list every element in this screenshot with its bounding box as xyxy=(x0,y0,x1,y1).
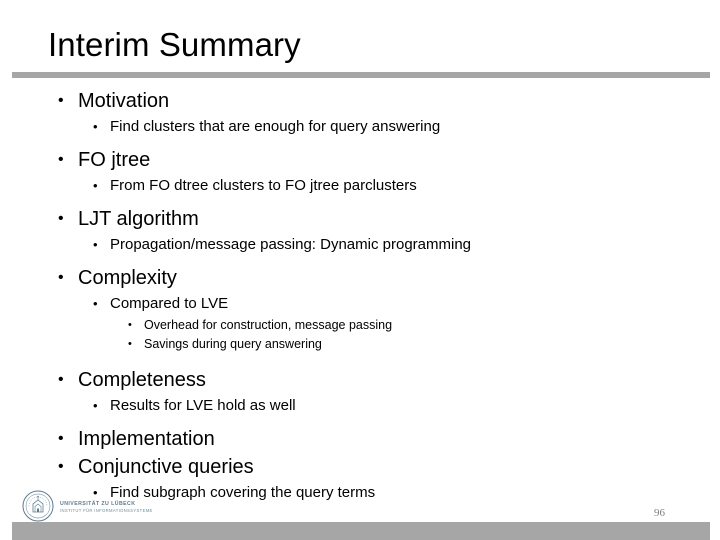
list-item: • Conjunctive queries xyxy=(0,454,720,480)
footer-bar xyxy=(12,522,710,540)
bullet-dot-icon: • xyxy=(93,296,98,311)
list-item-label: Completeness xyxy=(78,369,206,391)
list-item: • Compared to LVE xyxy=(0,293,720,315)
university-logo-text: UNIVERSITÄT ZU LÜBECK INSTITUT FÜR INFOR… xyxy=(60,499,153,514)
bullet-dot-icon: • xyxy=(93,237,98,252)
list-item-label: Propagation/message passing: Dynamic pro… xyxy=(110,236,472,253)
bullet-dot-icon: • xyxy=(58,210,64,227)
list-item-label: Compared to LVE xyxy=(110,295,229,312)
bullet-dot-icon: • xyxy=(58,371,64,388)
list-item: • Implementation xyxy=(0,426,720,452)
list-item: • LJT algorithm xyxy=(0,206,720,232)
list-item: • Results for LVE hold as well xyxy=(0,395,720,417)
bullet-dot-icon: • xyxy=(128,319,132,331)
list-item-label: Implementation xyxy=(78,428,215,450)
bullet-dot-icon: • xyxy=(93,398,98,413)
list-item: • FO jtree xyxy=(0,147,720,173)
list-item-label: Complexity xyxy=(78,267,177,289)
list-item: • Completeness xyxy=(0,367,720,393)
list-item: • Complexity xyxy=(0,265,720,291)
list-item-label: FO jtree xyxy=(78,149,151,171)
list-item: • Motivation xyxy=(0,88,720,114)
bullet-dot-icon: • xyxy=(128,338,132,350)
list-item-label: Savings during query answering xyxy=(144,337,322,351)
bullet-dot-icon: • xyxy=(93,178,98,193)
university-logo: UNIVERSITÄT ZU LÜBECK INSTITUT FÜR INFOR… xyxy=(22,490,153,522)
institute-name: INSTITUT FÜR INFORMATIONSSYSTEME xyxy=(60,507,153,513)
university-seal-icon xyxy=(22,490,54,522)
title-divider xyxy=(12,72,710,78)
list-item-label: Motivation xyxy=(78,90,170,112)
bullet-dot-icon: • xyxy=(58,92,64,109)
university-name: UNIVERSITÄT ZU LÜBECK xyxy=(60,500,136,507)
list-item: • Propagation/message passing: Dynamic p… xyxy=(0,234,720,256)
list-item-label: Results for LVE hold as well xyxy=(110,397,296,414)
list-item-label: Overhead for construction, message passi… xyxy=(144,318,393,332)
list-item: • Overhead for construction, message pas… xyxy=(0,316,720,334)
list-item: • Find clusters that are enough for quer… xyxy=(0,116,720,138)
list-item-label: LJT algorithm xyxy=(78,208,199,230)
bullet-dot-icon: • xyxy=(58,430,64,447)
list-item-label: Find clusters that are enough for query … xyxy=(110,118,441,135)
list-item-label: From FO dtree clusters to FO jtree parcl… xyxy=(110,177,417,194)
page-number: 96 xyxy=(654,507,665,519)
list-item-label: Conjunctive queries xyxy=(78,456,254,478)
list-item: • Savings during query answering xyxy=(0,335,720,353)
bullet-dot-icon: • xyxy=(58,458,64,475)
outline-list: • Motivation • Find clusters that are en… xyxy=(0,88,720,504)
list-item: • From FO dtree clusters to FO jtree par… xyxy=(0,175,720,197)
bullet-dot-icon: • xyxy=(93,119,98,134)
bullet-dot-icon: • xyxy=(58,151,64,168)
page-title: Interim Summary xyxy=(48,26,301,63)
slide: Interim Summary • Motivation • Find clus… xyxy=(0,0,720,540)
bullet-dot-icon: • xyxy=(58,269,64,286)
